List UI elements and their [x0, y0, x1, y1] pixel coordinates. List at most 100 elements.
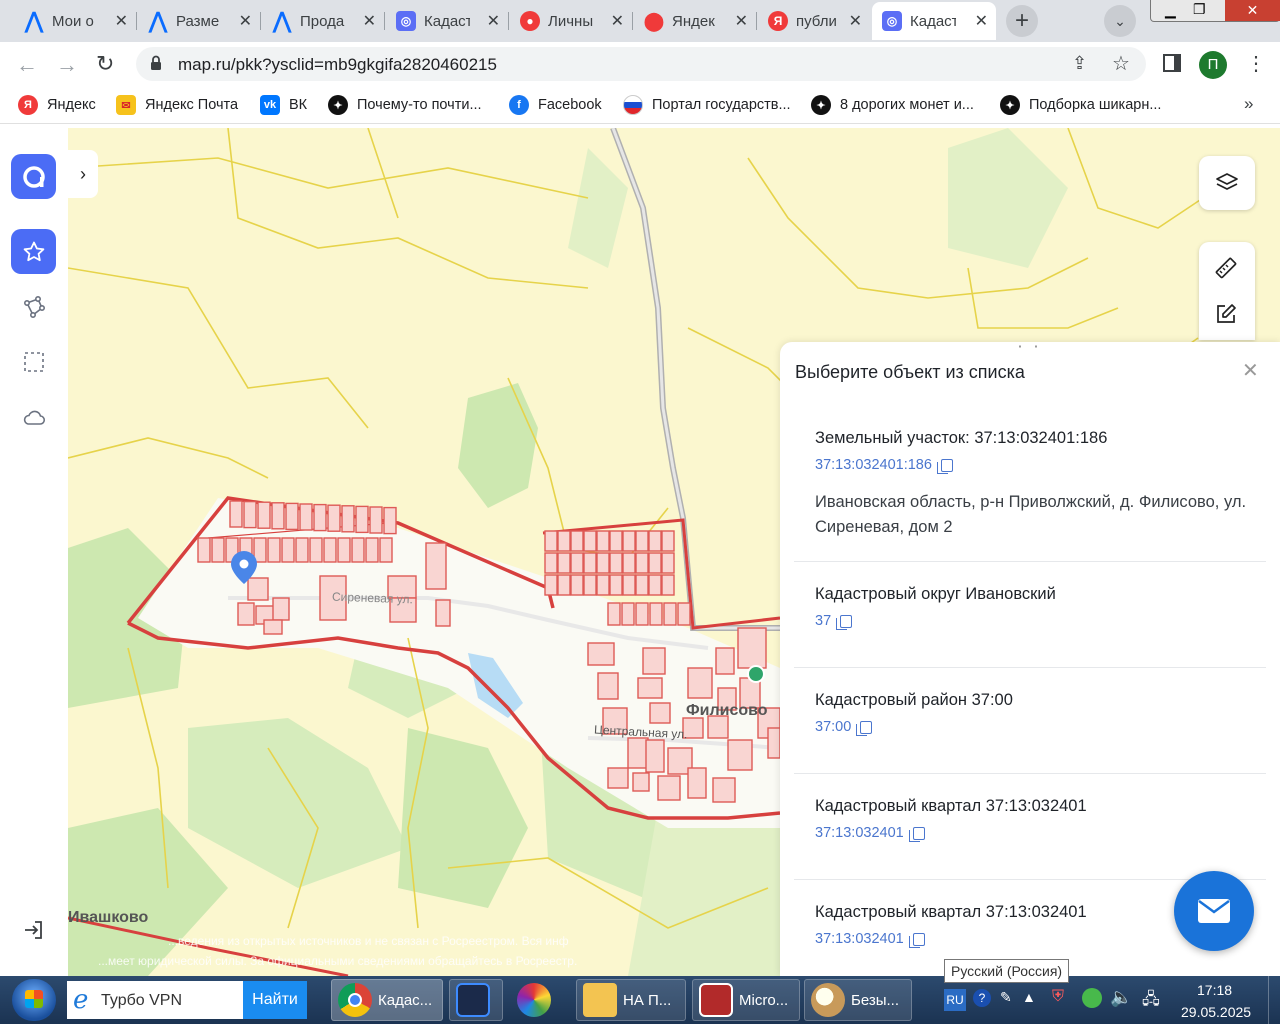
land-parcel[interactable] — [369, 506, 383, 534]
pen-icon[interactable]: ✎ — [1000, 989, 1012, 1006]
land-parcel[interactable] — [281, 537, 295, 563]
bookmark-vk[interactable]: vk ВК — [260, 95, 307, 115]
tab-6[interactable]: ⬤ Яндек ✕ — [634, 2, 756, 40]
close-icon[interactable]: ✕ — [363, 11, 376, 31]
land-parcel[interactable] — [570, 530, 584, 552]
land-parcel[interactable] — [663, 602, 677, 626]
land-parcel[interactable] — [627, 737, 649, 769]
search-button[interactable]: Найти — [243, 981, 307, 1019]
search-input[interactable]: Турбо VPN — [101, 992, 182, 1010]
close-window-icon[interactable]: ✕ — [1225, 0, 1280, 21]
land-parcel[interactable] — [355, 505, 369, 534]
land-parcel[interactable] — [609, 574, 623, 596]
land-parcel[interactable] — [435, 599, 451, 627]
land-parcel[interactable] — [687, 767, 707, 799]
land-parcel[interactable] — [596, 574, 610, 596]
reload-icon[interactable]: ↻ — [96, 51, 114, 77]
close-icon[interactable]: ✕ — [1242, 358, 1259, 383]
land-parcel[interactable] — [341, 505, 355, 533]
land-parcel[interactable] — [285, 502, 299, 531]
land-parcel[interactable] — [313, 503, 327, 532]
land-parcel[interactable] — [583, 530, 597, 552]
land-parcel[interactable] — [622, 530, 636, 552]
land-parcel[interactable] — [211, 537, 225, 563]
close-icon[interactable]: ✕ — [611, 11, 624, 31]
side-panel-icon[interactable] — [1163, 54, 1181, 72]
bookmark-zen-2[interactable]: ✦ 8 дорогих монет и... — [811, 95, 974, 115]
land-parcel[interactable] — [621, 602, 635, 626]
land-parcel[interactable] — [309, 537, 323, 563]
land-parcel[interactable] — [583, 552, 597, 574]
bookmark-zen-1[interactable]: ✦ Почему-то почти... — [328, 95, 482, 115]
taskbar-app-vpn[interactable] — [449, 979, 503, 1021]
copy-icon[interactable] — [908, 826, 925, 842]
land-parcel[interactable] — [557, 552, 571, 574]
land-parcel[interactable] — [661, 530, 675, 552]
land-parcel[interactable] — [544, 574, 558, 596]
result-item[interactable]: Земельный участок: 37:13:032401:186 37:1… — [794, 404, 1266, 562]
copy-icon[interactable] — [908, 932, 925, 948]
land-parcel[interactable] — [544, 530, 558, 552]
land-parcel[interactable] — [570, 552, 584, 574]
land-parcel[interactable] — [661, 574, 675, 596]
land-parcel[interactable] — [425, 542, 447, 590]
land-parcel[interactable] — [609, 552, 623, 574]
bookmark-yandex-mail[interactable]: ✉ Яндекс Почта — [116, 95, 238, 115]
minimize-icon[interactable]: ▁ — [1165, 2, 1176, 19]
land-parcel[interactable] — [648, 530, 662, 552]
clock-time[interactable]: 17:18 — [1197, 982, 1232, 998]
selection-area-icon[interactable] — [11, 339, 56, 384]
new-tab-button[interactable]: + — [1006, 5, 1038, 37]
logout-icon[interactable] — [11, 907, 56, 952]
land-parcel[interactable] — [365, 537, 379, 563]
taskbar-app-office[interactable]: Micro... — [692, 979, 800, 1021]
tray-expand-icon[interactable]: ▲ — [1022, 989, 1036, 1005]
forward-icon[interactable]: → — [56, 52, 78, 78]
land-parcel[interactable] — [649, 602, 663, 626]
land-parcel[interactable] — [271, 502, 285, 530]
cadastral-number[interactable]: 37 — [815, 613, 831, 629]
tab-2[interactable]: ⋀ Разме ✕ — [138, 2, 260, 40]
result-number[interactable]: 37:00 — [815, 719, 873, 736]
land-parcel[interactable] — [383, 506, 397, 535]
share-icon[interactable]: ⇪ — [1072, 53, 1087, 74]
land-parcel[interactable] — [715, 647, 735, 675]
taskbar-app-folder[interactable]: НА П... — [576, 979, 686, 1021]
copy-icon[interactable] — [856, 720, 873, 736]
lock-icon[interactable] — [150, 55, 162, 70]
land-parcel[interactable] — [337, 537, 351, 563]
land-parcel[interactable] — [635, 530, 649, 552]
land-parcel[interactable] — [295, 537, 309, 563]
taskbar-app-chrome[interactable]: Кадас... — [331, 979, 443, 1021]
close-icon[interactable]: ✕ — [849, 11, 862, 31]
land-parcel[interactable] — [253, 537, 267, 563]
tab-4[interactable]: ◎ Кадаст ✕ — [386, 2, 508, 40]
menu-kebab-icon[interactable]: ⋮ — [1246, 51, 1266, 76]
land-parcel[interactable] — [648, 574, 662, 596]
volume-icon[interactable]: 🔈 — [1110, 987, 1132, 1008]
show-desktop-button[interactable] — [1268, 976, 1280, 1024]
land-parcel[interactable] — [557, 574, 571, 596]
tab-1[interactable]: ⋀ Мои о ✕ — [14, 2, 136, 40]
land-parcel[interactable] — [229, 500, 243, 528]
land-parcel[interactable] — [257, 501, 271, 529]
result-number[interactable]: 37:13:032401:186 — [815, 457, 953, 474]
clock-date[interactable]: 29.05.2025 — [1181, 1004, 1251, 1020]
land-parcel[interactable] — [687, 667, 713, 699]
result-number[interactable]: 37 — [815, 613, 853, 630]
bookmarks-more-button[interactable]: » — [1244, 94, 1253, 114]
land-parcel[interactable] — [299, 503, 313, 531]
ruler-icon[interactable] — [1214, 256, 1238, 285]
land-parcel[interactable] — [609, 530, 623, 552]
land-parcel[interactable] — [632, 772, 650, 792]
land-parcel[interactable] — [557, 530, 571, 552]
back-icon[interactable]: ← — [16, 52, 38, 78]
language-indicator[interactable]: RU — [944, 989, 966, 1011]
land-parcel[interactable] — [379, 537, 393, 563]
copy-icon[interactable] — [836, 614, 853, 630]
taskbar-app-picasa[interactable] — [510, 979, 570, 1021]
result-number[interactable]: 37:13:032401 — [815, 931, 925, 948]
polygon-tool-icon[interactable] — [11, 284, 56, 329]
result-item[interactable]: Кадастровый округ Ивановский 37 — [794, 562, 1266, 668]
tab-7[interactable]: Я публи ✕ — [758, 2, 870, 40]
